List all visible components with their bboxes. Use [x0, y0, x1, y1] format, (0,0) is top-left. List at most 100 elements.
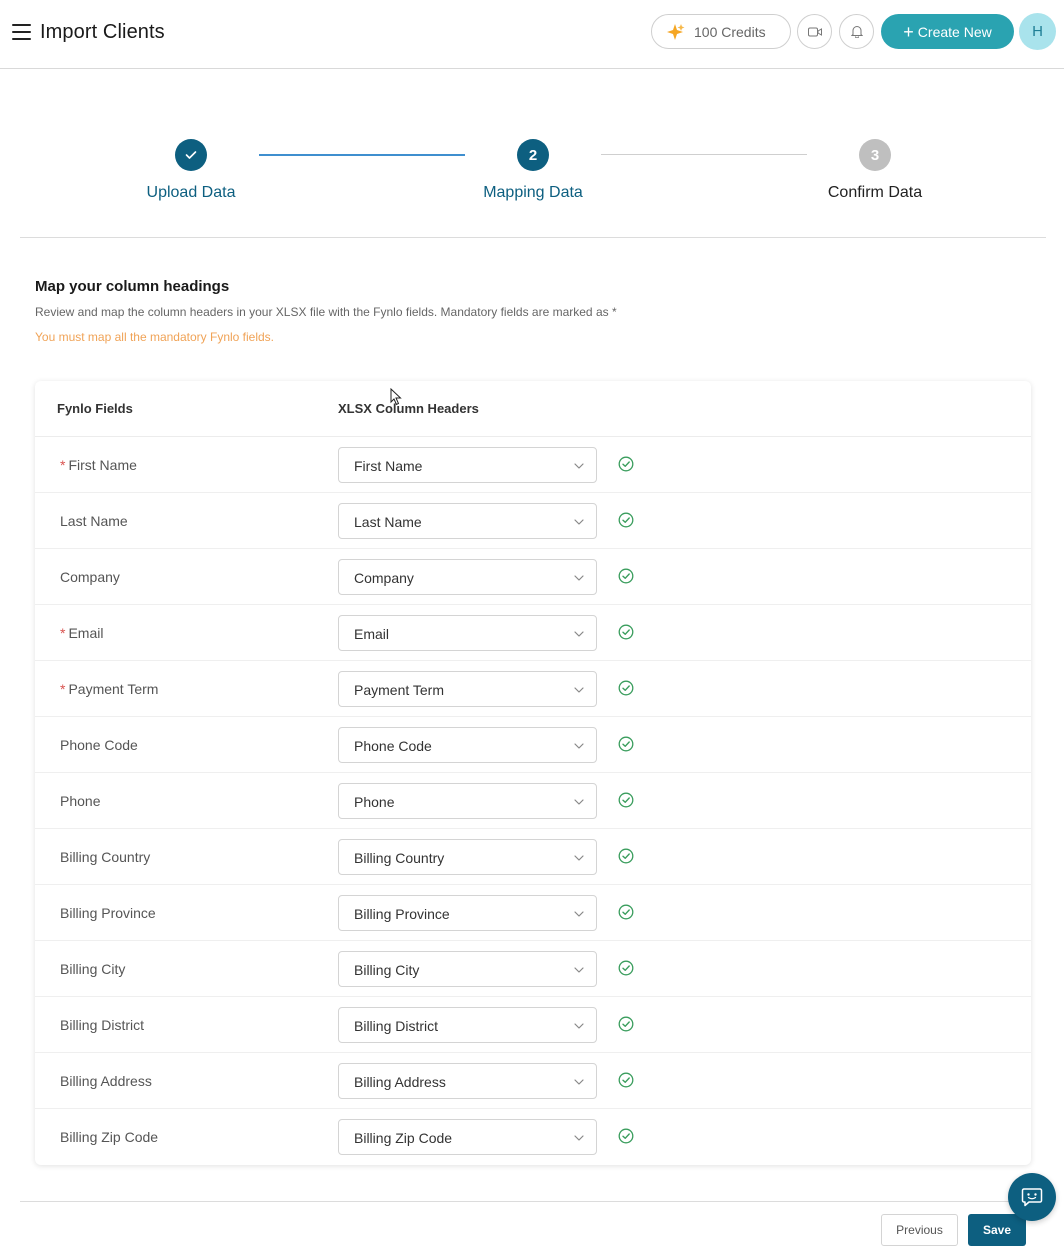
- field-name: Billing Country: [60, 849, 151, 865]
- select-value: Email: [354, 626, 390, 642]
- column-header-select[interactable]: Phone: [338, 783, 597, 819]
- mandatory-warning: You must map all the mandatory Fynlo fie…: [35, 330, 275, 344]
- column-header-select[interactable]: Billing Province: [338, 895, 597, 931]
- table-header: Fynlo Fields XLSX Column Headers: [35, 381, 1031, 437]
- previous-button[interactable]: Previous: [881, 1214, 958, 1246]
- column-header-select[interactable]: Company: [338, 559, 597, 595]
- check-circle-icon: [618, 960, 634, 976]
- column-header-xlsx: XLSX Column Headers: [338, 401, 479, 416]
- table-row: Billing Address Billing Address: [35, 1053, 1031, 1109]
- save-button[interactable]: Save: [968, 1214, 1026, 1246]
- column-header-select[interactable]: Phone Code: [338, 727, 597, 763]
- select-value: Phone Code: [354, 738, 432, 754]
- select-value: First Name: [354, 458, 423, 474]
- top-bar: Import Clients 100 Credits + Create New …: [0, 0, 1064, 69]
- column-header-select[interactable]: Last Name: [338, 503, 597, 539]
- chevron-down-icon: [574, 687, 584, 693]
- video-button[interactable]: [797, 14, 832, 49]
- field-name: Billing Address: [60, 1073, 152, 1089]
- select-value: Last Name: [354, 514, 422, 530]
- fynlo-field-label: Billing District: [60, 1017, 144, 1033]
- field-name: Billing Province: [60, 905, 156, 921]
- select-value: Phone: [354, 794, 395, 810]
- step-mapping-number: 2: [517, 139, 549, 171]
- chevron-down-icon: [574, 1023, 584, 1029]
- field-name: Billing District: [60, 1017, 145, 1033]
- video-camera-icon: [807, 27, 822, 36]
- check-circle-icon: [618, 456, 634, 472]
- menu-icon[interactable]: [12, 24, 32, 40]
- fynlo-field-label: Billing City: [60, 961, 125, 977]
- section-title: Map your column headings: [35, 278, 230, 295]
- field-name: Billing Zip Code: [60, 1129, 159, 1145]
- chat-bot-icon: [1021, 1188, 1043, 1207]
- check-circle-icon: [618, 792, 634, 808]
- chevron-down-icon: [574, 1079, 584, 1085]
- divider: [20, 1201, 1046, 1202]
- table-row: * First Name First Name: [35, 437, 1031, 493]
- chevron-down-icon: [574, 463, 584, 469]
- select-value: Billing Zip Code: [354, 1130, 453, 1146]
- select-value: Billing District: [354, 1018, 439, 1034]
- check-circle-icon: [618, 1128, 634, 1144]
- sparkle-icon: [667, 23, 685, 40]
- mapping-table: Fynlo Fields XLSX Column Headers * First …: [35, 381, 1031, 1165]
- table-row: Phone Code Phone Code: [35, 717, 1031, 773]
- select-value: Billing Country: [354, 850, 445, 866]
- mouse-cursor-icon: [390, 388, 402, 406]
- table-row: Company Company: [35, 549, 1031, 605]
- fynlo-field-label: Billing Zip Code: [60, 1129, 158, 1145]
- field-name: Phone Code: [60, 737, 138, 753]
- field-name: Phone: [60, 793, 101, 809]
- table-row: Billing Zip Code Billing Zip Code: [35, 1109, 1031, 1165]
- column-header-select[interactable]: Payment Term: [338, 671, 597, 707]
- step-upload-label: Upload Data: [146, 184, 236, 201]
- column-header-select[interactable]: Billing Zip Code: [338, 1119, 597, 1155]
- fynlo-field-label: Billing Country: [60, 849, 150, 865]
- chevron-down-icon: [574, 743, 584, 749]
- step-confirm-label: Confirm Data: [827, 184, 923, 201]
- table-row: Billing District Billing District: [35, 997, 1031, 1053]
- column-header-select[interactable]: Billing District: [338, 1007, 597, 1043]
- required-marker: *: [60, 625, 66, 641]
- chat-support-button[interactable]: [1008, 1173, 1056, 1221]
- page-title: Import Clients: [40, 21, 165, 43]
- check-circle-icon: [618, 624, 634, 640]
- select-value: Billing City: [354, 962, 420, 978]
- fynlo-field-label: * Email: [60, 625, 103, 641]
- table-row: Billing City Billing City: [35, 941, 1031, 997]
- field-name: First Name: [68, 457, 137, 473]
- avatar[interactable]: H: [1019, 13, 1056, 50]
- notifications-button[interactable]: [839, 14, 874, 49]
- column-header-select[interactable]: Email: [338, 615, 597, 651]
- field-name: Payment Term: [68, 681, 159, 697]
- column-header-fynlo-fields: Fynlo Fields: [57, 401, 133, 416]
- step-connector-pending: [601, 154, 807, 155]
- check-circle-icon: [618, 736, 634, 752]
- column-header-select[interactable]: First Name: [338, 447, 597, 483]
- fynlo-field-label: Billing Address: [60, 1073, 152, 1089]
- credits-button[interactable]: 100 Credits: [651, 14, 791, 49]
- check-circle-icon: [618, 1016, 634, 1032]
- fynlo-field-label: Last Name: [60, 513, 128, 529]
- field-name: Last Name: [60, 513, 128, 529]
- fynlo-field-label: Phone: [60, 793, 100, 809]
- table-row: Billing Province Billing Province: [35, 885, 1031, 941]
- select-value: Payment Term: [354, 682, 444, 698]
- step-confirm-number: 3: [859, 139, 891, 171]
- chevron-down-icon: [574, 799, 584, 805]
- column-header-select[interactable]: Billing Country: [338, 839, 597, 875]
- step-upload-done: [175, 139, 207, 171]
- column-header-select[interactable]: Billing City: [338, 951, 597, 987]
- field-name: Billing City: [60, 961, 126, 977]
- table-row: Billing Country Billing Country: [35, 829, 1031, 885]
- fynlo-field-label: Billing Province: [60, 905, 156, 921]
- chevron-down-icon: [574, 631, 584, 637]
- column-header-select[interactable]: Billing Address: [338, 1063, 597, 1099]
- check-circle-icon: [618, 568, 634, 584]
- field-name: Company: [60, 569, 120, 585]
- chevron-down-icon: [574, 1135, 584, 1141]
- divider: [20, 237, 1046, 238]
- create-new-button[interactable]: + Create New: [881, 14, 1014, 49]
- table-row: Last Name Last Name: [35, 493, 1031, 549]
